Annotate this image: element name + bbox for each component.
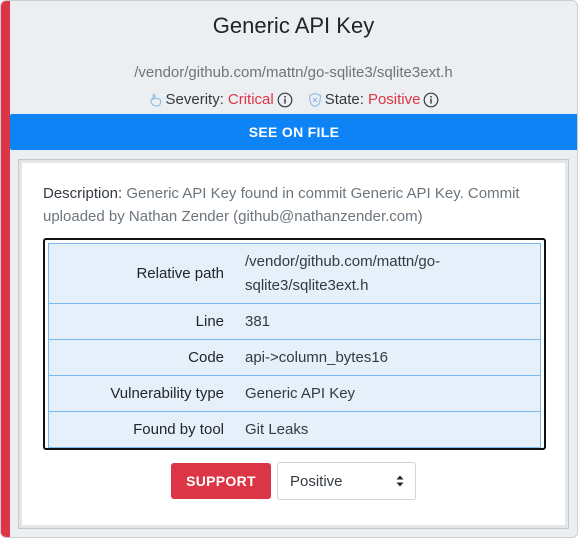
finding-card: Generic API Key /vendor/github.com/mattn… [0,0,578,538]
support-button[interactable]: SUPPORT [171,463,271,499]
file-path: /vendor/github.com/mattn/go-sqlite3/sqli… [134,64,453,81]
state-label: State: [324,91,364,108]
severity-label: Severity: [165,91,224,108]
see-on-file-button[interactable]: SEE ON FILE [10,114,577,150]
row-key: Vulnerability type [110,385,224,402]
shield-icon [307,92,323,108]
finding-details-panel: Description: Generic API Key found in co… [18,159,569,529]
details-table: Relative path /vendor/github.com/mattn/g… [43,238,546,450]
row-key: Relative path [136,265,224,282]
state-select[interactable]: Positive [277,462,416,500]
table-row: Vulnerability type Generic API Key [48,376,541,412]
row-key: Code [188,349,224,366]
description: Description: Generic API Key found in co… [43,182,549,228]
severity-accent-bar [1,1,10,537]
row-key: Found by tool [133,421,224,438]
finding-title: Generic API Key [212,13,375,38]
state-info-icon[interactable] [423,92,439,108]
state-select-value: Positive [290,472,343,490]
severity-meta: Severity: Critical [148,91,293,108]
action-bar: SUPPORT Positive [19,462,568,500]
row-value: 381 [245,312,271,330]
description-label: Description: [43,185,123,202]
hand-pointer-icon [148,92,164,108]
row-value: Git Leaks [245,420,309,438]
table-row: Relative path /vendor/github.com/mattn/g… [48,243,541,304]
row-key: Line [195,313,224,330]
row-value: api->column_bytes16 [245,348,389,366]
state-meta: State: Positive [307,91,440,108]
severity-value: Critical [227,91,274,108]
table-row: Line 381 [48,304,541,340]
table-row: Found by tool Git Leaks [48,412,541,448]
sort-caret-icon [395,474,405,488]
finding-meta: Severity: Critical State: Positive [10,91,577,108]
row-value: /vendor/github.com/mattn/go-sqlite3/sqli… [245,252,441,294]
state-value: Positive [367,91,421,108]
severity-info-icon[interactable] [277,92,293,108]
row-value: Generic API Key [245,384,356,402]
table-row: Code api->column_bytes16 [48,340,541,376]
